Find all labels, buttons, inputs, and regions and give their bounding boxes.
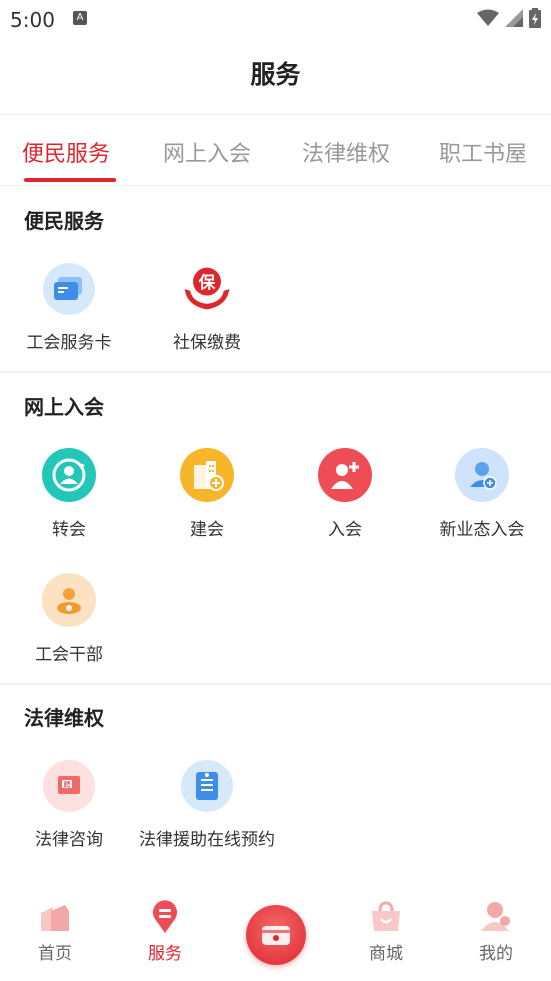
page-title: 服务: [250, 60, 301, 89]
system-icons: [477, 8, 541, 28]
item-label: 转会: [52, 520, 86, 540]
nav-label: 商城: [369, 944, 403, 964]
nav-home[interactable]: 首页: [0, 893, 110, 964]
item-label: 建会: [190, 520, 224, 540]
item-label: 法律咨询: [35, 830, 103, 850]
section-title-join: 网上入会: [24, 395, 104, 419]
service-card-item[interactable]: 工会服务卡: [0, 263, 138, 356]
item-label: 工会干部: [35, 645, 103, 665]
tabs-divider: [0, 185, 551, 186]
wifi-icon: [477, 9, 499, 26]
nav-label: 我的: [479, 944, 513, 964]
nav-profile[interactable]: 我的: [441, 893, 551, 964]
cadre-icon: [42, 573, 96, 627]
social-insurance-item[interactable]: 保 社保缴费: [138, 263, 276, 356]
building-icon: [180, 448, 234, 502]
section-title-legal: 法律维权: [24, 706, 104, 730]
section-title-convenience: 便民服务: [24, 209, 104, 233]
nav-shop[interactable]: 商城: [331, 893, 441, 964]
insurance-icon: 保: [181, 263, 233, 315]
build-union-item[interactable]: 建会: [138, 448, 276, 543]
new-business-join-item[interactable]: 新业态入会: [413, 448, 551, 543]
tab-convenience[interactable]: 便民服务: [22, 136, 110, 168]
svg-text:保: 保: [198, 272, 216, 292]
section-divider: [0, 371, 551, 373]
status-time: 5:00: [10, 8, 55, 32]
svg-text:聘: 聘: [64, 780, 71, 789]
card-icon: [43, 263, 95, 315]
nav-label: 首页: [38, 944, 72, 964]
shop-icon: [368, 899, 404, 935]
active-tab-indicator: [24, 178, 116, 182]
item-label: 工会服务卡: [26, 333, 112, 353]
signal-icon: [505, 9, 523, 27]
tab-library[interactable]: 职工书屋: [439, 136, 527, 168]
tab-bar: 便民服务 网上入会 法律维权 职工书屋: [0, 126, 551, 184]
transfer-icon: [42, 448, 96, 502]
service-icon: [147, 899, 183, 935]
tab-join[interactable]: 网上入会: [163, 136, 251, 168]
nav-label: 服务: [148, 944, 182, 964]
profile-icon: [478, 899, 514, 935]
center-action-button[interactable]: [246, 905, 306, 965]
home-icon: [37, 899, 73, 935]
status-bar: 5:00 A: [0, 0, 551, 40]
battery-icon: [529, 8, 541, 28]
item-label: 法律援助在线预约: [139, 830, 275, 850]
item-label: 新业态入会: [439, 520, 525, 540]
item-label: 入会: [328, 520, 362, 540]
legal-aid-item[interactable]: 法律援助在线预约: [138, 760, 276, 853]
legal-aid-icon: [181, 760, 233, 812]
add-member-icon: [318, 448, 372, 502]
section-divider: [0, 683, 551, 685]
bottom-nav: 首页 服务 商城 我的: [0, 893, 551, 981]
item-label: 社保缴费: [173, 333, 241, 353]
join-union-item[interactable]: 入会: [276, 448, 414, 543]
union-cadre-item[interactable]: 工会干部: [0, 573, 138, 668]
notification-icon: A: [73, 11, 87, 25]
consult-icon: 聘: [43, 760, 95, 812]
transfer-item[interactable]: 转会: [0, 448, 138, 543]
wallet-icon: [262, 926, 290, 945]
tab-legal[interactable]: 法律维权: [302, 136, 390, 168]
nav-service[interactable]: 服务: [110, 893, 220, 964]
new-business-icon: [455, 448, 509, 502]
title-divider: [0, 114, 551, 115]
legal-consult-item[interactable]: 聘 法律咨询: [0, 760, 138, 853]
